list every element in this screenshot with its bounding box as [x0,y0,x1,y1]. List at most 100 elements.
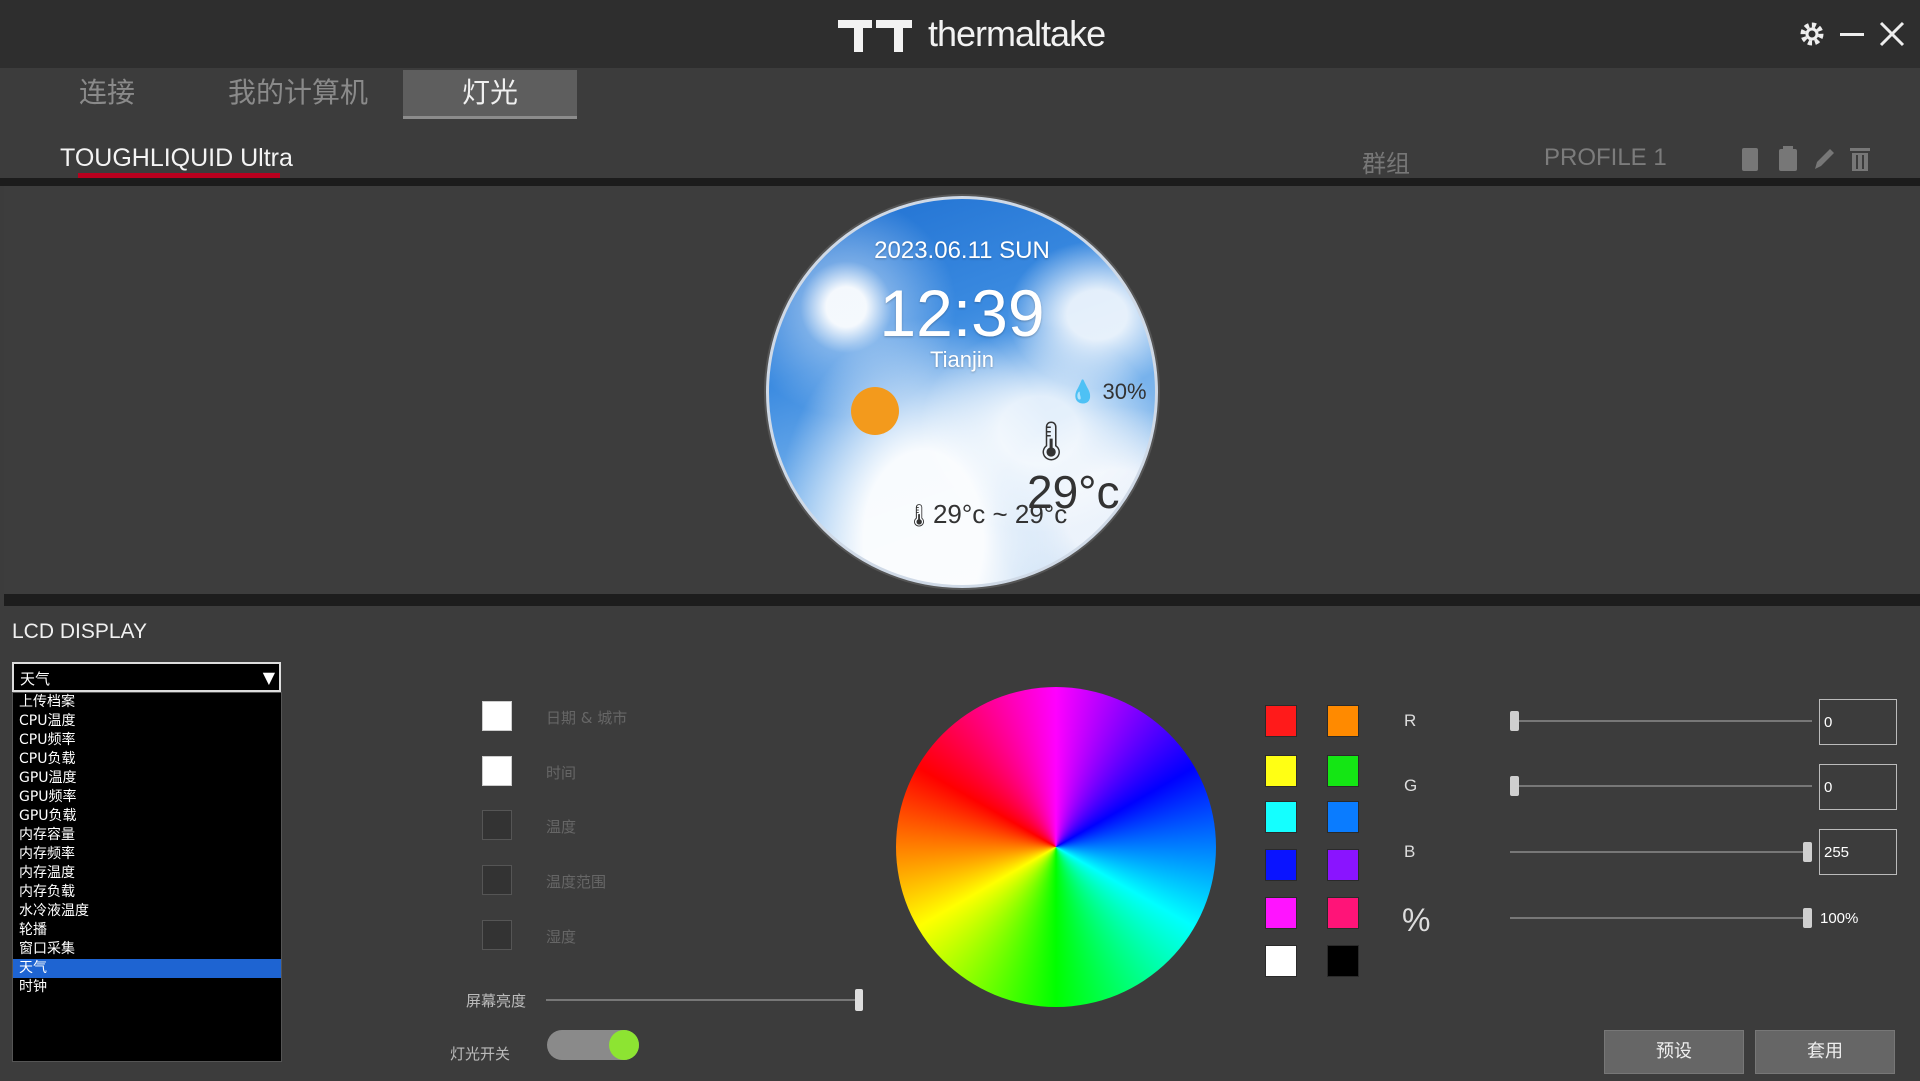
paste-icon[interactable] [1774,142,1802,176]
lcd-mode-option[interactable]: CPU温度 [13,712,281,731]
time-checkbox[interactable] [482,756,512,786]
dropdown-arrow-icon[interactable]: ▼ [263,668,275,687]
red-slider-thumb[interactable] [1510,711,1519,731]
green-value-input[interactable]: 0 [1819,764,1897,810]
lcd-humidity: 💧 30% [1069,379,1147,405]
lcd-mode-option[interactable]: 时钟 [13,978,281,997]
tt-logo-icon [838,20,912,52]
delete-trash-icon[interactable] [1846,142,1874,176]
lcd-mode-option[interactable]: GPU温度 [13,769,281,788]
lcd-mode-selected: 天气 [20,670,51,688]
edit-pencil-icon[interactable] [1810,142,1838,176]
date-city-label: 日期 & 城市 [546,709,628,727]
green-value: 0 [1824,779,1833,796]
lcd-mode-option[interactable]: CPU频率 [13,731,281,750]
red-value-input[interactable]: 0 [1819,699,1897,745]
color-swatch[interactable] [1265,945,1297,977]
color-swatch[interactable] [1265,849,1297,881]
temperature-checkbox[interactable] [482,810,512,840]
color-swatch[interactable] [1327,945,1359,977]
blue-value: 255 [1824,844,1850,861]
brand-name: thermaltake [928,13,1106,54]
brightness-slider-thumb[interactable] [855,989,863,1011]
title-bar: thermaltake [0,0,1920,69]
color-swatch[interactable] [1265,705,1297,737]
preset-button[interactable]: 预设 [1604,1030,1744,1074]
brightness-slider-track[interactable] [546,999,862,1001]
lcd-city: Tianjin [930,347,994,372]
green-channel-label: G [1404,776,1418,795]
blue-slider-thumb[interactable] [1803,842,1812,862]
lcd-mode-option[interactable]: 窗口采集 [13,940,281,959]
minimize-icon[interactable] [1830,12,1874,56]
red-slider-track[interactable] [1510,720,1812,722]
time-label: 时间 [546,764,577,782]
tab-lighting[interactable]: 灯光 [403,70,577,119]
lcd-mode-option[interactable]: 内存频率 [13,845,281,864]
tab-connect[interactable]: 连接 [40,70,174,116]
tab-my-computer[interactable]: 我的计算机 [208,70,388,116]
lcd-mode-dropdown[interactable]: 天气 ▼ [12,662,281,692]
close-icon[interactable] [1870,12,1914,56]
device-bar: TOUGHLIQUID Ultra 群组 PROFILE 1 [0,120,1920,186]
date-city-checkbox[interactable] [482,701,512,731]
lcd-mode-option[interactable]: CPU负载 [13,750,281,769]
temp-range-label: 温度范围 [546,873,607,891]
color-swatch[interactable] [1327,755,1359,787]
lcd-mode-option[interactable]: 轮播 [13,921,281,940]
group-button[interactable]: 群组 [1362,144,1410,179]
copy-icon[interactable] [1736,142,1764,176]
blue-channel-label: B [1404,842,1416,861]
blue-value-input[interactable]: 255 [1819,829,1897,875]
sun-weather-icon [851,387,899,435]
color-swatch[interactable] [1327,849,1359,881]
thermometer-icon: 🌡 [1027,421,1076,463]
color-swatch[interactable] [1327,897,1359,929]
droplet-icon: 💧 [1069,379,1097,404]
green-slider-track[interactable] [1510,785,1812,787]
blue-slider-track[interactable] [1510,851,1812,853]
color-swatch[interactable] [1327,801,1359,833]
settings-gear-icon[interactable] [1790,12,1834,56]
intensity-slider-track[interactable] [1510,917,1812,919]
green-slider-thumb[interactable] [1510,776,1519,796]
main-nav: 连接 我的计算机 灯光 [0,68,1920,120]
color-swatch[interactable] [1327,705,1359,737]
intensity-slider-thumb[interactable] [1803,908,1812,928]
device-tab[interactable]: TOUGHLIQUID Ultra [60,144,293,173]
apply-button[interactable]: 套用 [1755,1030,1895,1074]
light-switch-toggle[interactable] [547,1030,639,1060]
lcd-display-title: LCD DISPLAY [12,620,147,643]
lcd-temp-range-value: 29°c ~ 29°c [932,499,1068,529]
thermometer-small-icon: 🌡 [905,503,933,528]
lcd-mode-option[interactable]: 内存容量 [13,826,281,845]
lcd-mode-option[interactable]: GPU频率 [13,788,281,807]
intensity-value: 100% [1820,910,1859,927]
lcd-date: 2023.06.11 SUN [874,237,1050,264]
temp-range-checkbox[interactable] [482,865,512,895]
red-value: 0 [1824,714,1833,731]
toggle-knob[interactable] [609,1030,639,1060]
lcd-mode-option[interactable]: 内存负载 [13,883,281,902]
humidity-label: 湿度 [546,928,577,946]
brightness-label: 屏幕亮度 [466,992,527,1010]
color-swatch[interactable] [1265,801,1297,833]
light-switch-label: 灯光开关 [450,1045,511,1063]
lcd-preview-screen: 2023.06.11 SUN 12:39 Tianjin 💧 30% 🌡29°c… [766,196,1158,588]
lcd-mode-option[interactable]: GPU负载 [13,807,281,826]
color-wheel[interactable] [896,687,1216,1007]
humidity-checkbox[interactable] [482,920,512,950]
lcd-mode-option[interactable]: 天气 [13,959,281,978]
color-swatch[interactable] [1265,755,1297,787]
color-swatch[interactable] [1265,897,1297,929]
device-tab-underline [78,173,280,178]
profile-selector[interactable]: PROFILE 1 [1544,144,1667,172]
lcd-mode-option[interactable]: 上传档案 [13,693,281,712]
lcd-humidity-value: 30% [1102,379,1147,404]
lcd-temp-range: 🌡29°c ~ 29°c [905,499,1067,530]
lcd-mode-option[interactable]: 内存温度 [13,864,281,883]
lcd-mode-option[interactable]: 水冷液温度 [13,902,281,921]
temperature-label: 温度 [546,818,577,836]
intensity-percent-label: % [1402,902,1431,938]
red-channel-label: R [1404,711,1417,730]
